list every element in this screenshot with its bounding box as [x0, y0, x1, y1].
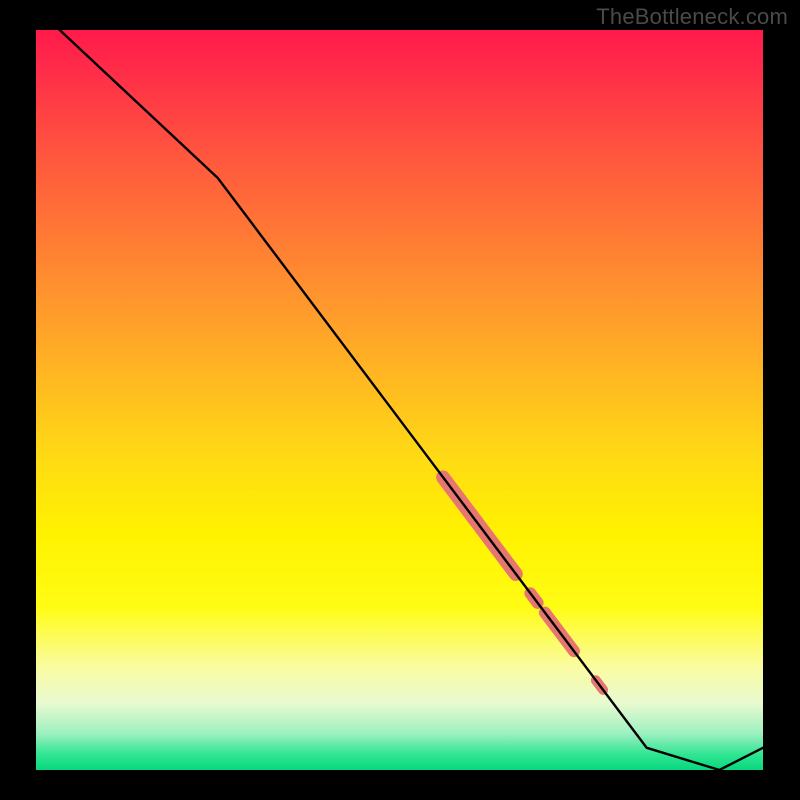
- plot-area: [36, 30, 763, 770]
- chart-svg: [36, 30, 763, 770]
- watermark-text: TheBottleneck.com: [596, 4, 788, 30]
- bottleneck-curve-path: [36, 30, 763, 770]
